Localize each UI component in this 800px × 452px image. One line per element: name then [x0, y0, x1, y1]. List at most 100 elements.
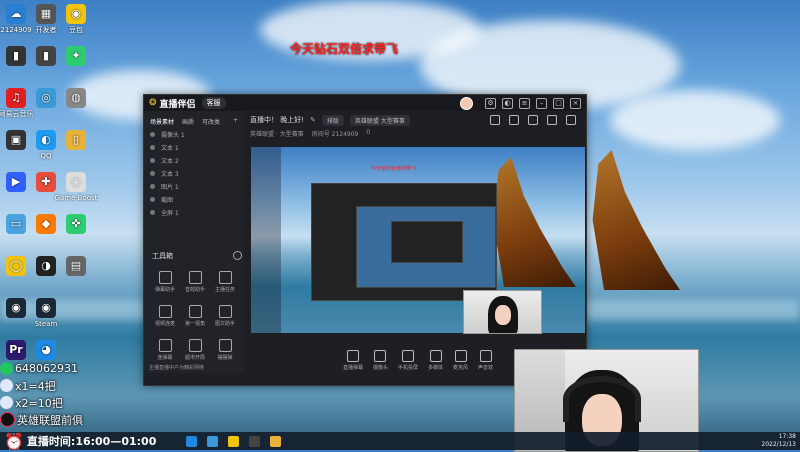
tool-icon: [188, 339, 202, 352]
source-label: 全屏 1: [161, 210, 179, 217]
cloud: [610, 90, 780, 150]
desktop-icon[interactable]: ▤: [46, 256, 106, 278]
source-item[interactable]: 摄像头 1: [144, 128, 244, 141]
dashboard-icon[interactable]: [528, 115, 538, 125]
wechat-icon: [0, 362, 13, 375]
app-icon: ✜: [66, 214, 86, 234]
bell-icon[interactable]: [547, 115, 557, 125]
visibility-icon[interactable]: [150, 171, 155, 176]
source-item[interactable]: 全屏 1: [144, 206, 244, 219]
control-button[interactable]: 麦克风: [453, 350, 468, 371]
visibility-icon[interactable]: [150, 197, 155, 202]
desktop-icon[interactable]: ✜: [46, 214, 106, 236]
maximize-icon[interactable]: □: [553, 97, 564, 109]
rock-cliff: [592, 150, 680, 290]
control-icon: [401, 350, 414, 362]
tab-scene[interactable]: 场景素材: [150, 117, 174, 126]
control-button[interactable]: 摄像头: [373, 350, 388, 371]
taskbar-icon[interactable]: [207, 435, 219, 447]
tool-icon: [188, 271, 202, 284]
tray-date: 2022/12/13: [761, 441, 796, 448]
record-icon[interactable]: [509, 115, 519, 125]
stream-title[interactable]: 直播中！ 晚上好!: [250, 115, 304, 125]
taskbar-stream-app-icon[interactable]: [270, 435, 282, 447]
minimize-icon[interactable]: –: [536, 97, 547, 109]
stream-banner-text: 今天钻石双倍求带飞: [290, 42, 399, 56]
settings-icon[interactable]: ⚙: [485, 97, 496, 109]
tab-quality[interactable]: 画质: [182, 117, 194, 126]
share-icon[interactable]: [566, 115, 576, 125]
desktop-icon[interactable]: ◕: [16, 340, 76, 362]
source-label: 图片 1: [161, 184, 179, 191]
source-item[interactable]: 文本 3: [144, 167, 244, 180]
desktop-icon[interactable]: ✦: [46, 46, 106, 68]
layout-button[interactable]: 排版: [321, 114, 344, 126]
nested-app-preview-deep: [391, 221, 463, 263]
menu-icon[interactable]: ≡: [519, 97, 530, 109]
tool-button[interactable]: 摆摆弹: [210, 339, 240, 361]
category-button[interactable]: 英雄联盟 大型赛事: [349, 114, 410, 126]
tool-button[interactable]: 音效助手: [180, 271, 210, 293]
tool-button[interactable]: 视频连麦: [150, 305, 180, 327]
source-item[interactable]: 文本 1: [144, 141, 244, 154]
tool-icon: [158, 305, 172, 318]
tool-label: 摆摆弹: [217, 355, 233, 361]
visibility-icon[interactable]: [150, 145, 155, 150]
gift-icon[interactable]: [490, 115, 500, 125]
add-source-icon[interactable]: +: [233, 117, 238, 126]
scene-sidebar: 场景素材 画质 可改类 + 摄像头 1 文本 1 文本 2 文本 3 图片 1 截图全屏 …: [144, 111, 244, 373]
close-icon[interactable]: ×: [570, 97, 581, 109]
control-button[interactable]: 手机投屏: [398, 350, 418, 371]
visibility-icon[interactable]: [150, 210, 155, 215]
visibility-icon[interactable]: [150, 184, 155, 189]
tool-label: 弹幕助手: [154, 287, 175, 293]
sidebar-tabs: 场景素材 画质 可改类 +: [144, 111, 244, 128]
visibility-icon[interactable]: [150, 132, 155, 137]
control-button[interactable]: 声音效: [478, 350, 493, 371]
tool-button[interactable]: 连弹幕: [150, 339, 180, 361]
source-label: 摄像头 1: [161, 132, 185, 139]
source-item[interactable]: 图片 1: [144, 180, 244, 193]
user-avatar[interactable]: [460, 96, 473, 110]
app-icon: ◍: [66, 88, 86, 108]
source-item[interactable]: 截图: [144, 193, 244, 206]
source-item[interactable]: 文本 2: [144, 154, 244, 167]
desktop-icon[interactable]: ◌ Game Boost: [46, 172, 106, 202]
system-tray[interactable]: 17:38 2022/12/13: [761, 433, 796, 449]
tool-button[interactable]: 第一视角: [180, 305, 210, 327]
control-button[interactable]: 直播弹幕: [343, 350, 363, 371]
tool-button[interactable]: 弹幕助手: [150, 271, 180, 293]
app-titlebar[interactable]: ❂ 直播伴侣 客服 ⚙ ◐ ≡ – □ ×: [144, 95, 586, 111]
control-label: 摄像头: [372, 365, 388, 371]
stream-header: 直播中！ 晚上好! ✎ 排版 英雄联盟 大型赛事 英雄联盟 · 大型赛事 房间号…: [250, 113, 582, 143]
desktop-icon[interactable]: ◉ 豆包: [46, 4, 106, 34]
stream-app-window[interactable]: ❂ 直播伴侣 客服 ⚙ ◐ ≡ – □ × 场景素材 画质 可改类 + 摄像头 …: [143, 94, 587, 386]
desktop-icon[interactable]: ▯: [46, 130, 106, 152]
tool-button[interactable]: 图文助手: [210, 305, 240, 327]
tab-editable[interactable]: 可改类: [202, 117, 220, 126]
tool-grid: 弹幕助手 音效助手 主播任务视频连麦 第一视角 图文助手连弹幕 超市开局 摆摆弹: [150, 271, 242, 361]
taskbar-folder-icon[interactable]: [228, 435, 240, 447]
desktop-icon[interactable]: ◍: [46, 88, 106, 110]
taskbar-edge-icon[interactable]: [186, 435, 198, 447]
edit-title-icon[interactable]: ✎: [310, 116, 316, 124]
visibility-icon[interactable]: [150, 158, 155, 163]
sidebar-footer[interactable]: 主播直播中户为精彩网络: [144, 362, 254, 373]
app-logo-icon: ❂: [149, 98, 157, 108]
tool-button[interactable]: 超市开局: [180, 339, 210, 361]
support-badge[interactable]: 客服: [201, 97, 226, 109]
taskbar-app-icon[interactable]: [249, 435, 261, 447]
preview-cliff: [493, 157, 576, 287]
tool-icon: [218, 305, 232, 318]
preview-banner-text: 今天钻石双倍求带飞: [371, 166, 417, 172]
toolbox-label: 工具箱: [152, 252, 173, 260]
desktop-icon-label: Steam: [34, 320, 58, 328]
toolbox-collapse-icon[interactable]: [233, 251, 242, 260]
tool-button[interactable]: 主播任务: [210, 271, 240, 293]
taskbar: ⏰ 直播时间:16:00—01:00 17:38 2022/12/13: [0, 432, 800, 451]
desktop-icon[interactable]: ◉ Steam: [16, 298, 76, 328]
app-icon: ◉: [66, 4, 86, 24]
preview-desktop-icons: [251, 147, 281, 333]
control-button[interactable]: 多媒体: [428, 350, 443, 371]
skin-icon[interactable]: ◐: [502, 97, 513, 109]
